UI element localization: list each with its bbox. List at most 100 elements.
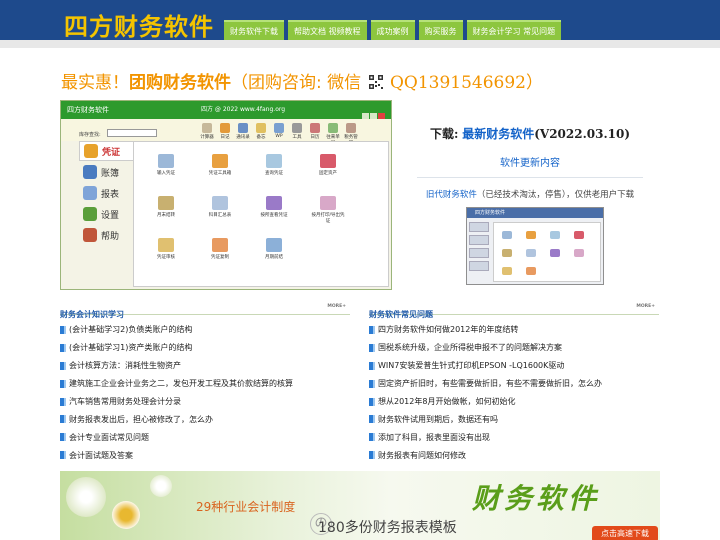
faq-list: 四方财务软件如何做2012年的年度结转 国税系统升级，企业所得税申报不了的问题解…	[369, 321, 659, 464]
download-line: 下载: 最新财务软件(V2022.03.10)	[400, 125, 660, 142]
window-controls	[361, 105, 387, 120]
app-toolbar: 库存查找: 计算器 日记 通讯录 备忘 WP 工具 日历 往来单据 税务管理	[61, 119, 391, 146]
faq-link[interactable]: 固定资产折旧时，有些需要做折旧，有些不需要做折旧，怎么办	[378, 378, 602, 389]
diary-icon: 日记	[217, 123, 233, 140]
promo-prefix: 最实惠！	[61, 73, 129, 93]
tools-icon: 工具	[289, 123, 305, 140]
faq-link[interactable]: 四方财务软件如何做2012年的年度结转	[378, 324, 518, 335]
wp-icon: WP	[271, 123, 287, 139]
bullet-icon	[60, 433, 66, 442]
article-link[interactable]: 汽车销售常用财务处理会计分录	[69, 396, 181, 407]
sidebar-item-help: 帮助	[79, 225, 133, 245]
old-software-screenshot[interactable]: 四方财务软件	[466, 207, 604, 285]
list-item: 财务报表发出后，担心被修改了，怎么办	[60, 410, 350, 428]
bullet-icon	[60, 379, 66, 388]
old-software-note: （已经技术淘汰，停售），仅供老用户下载	[476, 190, 635, 200]
old-version-line: 旧代财务软件（已经技术淘汰，停售），仅供老用户下载	[400, 188, 660, 200]
promo-consult: （团购咨询: 微信	[231, 73, 362, 93]
faq-link[interactable]: 添加了科目，报表里面没有出现	[378, 432, 490, 443]
faq-link[interactable]: 财务软件试用到期后，数据还有吗	[378, 414, 498, 425]
site-logo[interactable]: 四方财务软件	[64, 7, 214, 42]
app-screenshot[interactable]: 四方财务软件 四方 @ 2022 www.4fang.org 库存查找: 计算器…	[60, 100, 392, 290]
article-link[interactable]: (会计基础学习1)资产类账户的结构	[69, 342, 192, 353]
bullet-icon	[60, 343, 66, 352]
banner-download-button[interactable]: 点击高速下载	[592, 526, 658, 540]
calendar-icon: 日历	[307, 123, 323, 140]
nav-learning[interactable]: 财务会计学习 常见问题	[466, 20, 562, 40]
download-label: 下载:	[429, 127, 459, 141]
faq-more-link[interactable]: MORE+	[636, 304, 655, 309]
learning-header: 财务会计知识学习 MORE+	[60, 302, 350, 319]
nav-cases[interactable]: 成功案例	[370, 20, 415, 40]
download-panel: 下载: 最新财务软件(V2022.03.10) 软件更新内容 旧代财务软件（已经…	[400, 125, 660, 200]
old-app-panel	[493, 222, 601, 282]
promo-banner[interactable]: 29种行业会计制度 の 180多份财务报表模板 财务软件 点击高速下载	[60, 471, 660, 540]
list-item: 财务报表有问题如何修改	[369, 446, 659, 464]
nav-buy[interactable]: 购买服务	[418, 20, 463, 40]
list-item: 国税系统升级，企业所得税申报不了的问题解决方案	[369, 339, 659, 357]
app-version: 四方 @ 2022 www.4fang.org	[201, 106, 286, 113]
top-bar: 四方财务软件 财务软件下载 帮助文档 视频教程 成功案例 购买服务 财务会计学习…	[0, 0, 720, 42]
bullet-icon	[369, 343, 375, 352]
faq-link[interactable]: 财务报表有问题如何修改	[378, 450, 466, 461]
sidebar-item-report: 报表	[79, 183, 133, 203]
voucher-copy-icon: 凭证复制	[202, 238, 238, 260]
learning-more-link[interactable]: MORE+	[327, 304, 346, 309]
header-divider	[0, 40, 720, 48]
view-voucher-icon: 按所查看凭证	[256, 196, 292, 218]
list-item: (会计基础学习1)资产类账户的结构	[60, 339, 350, 357]
faq-link[interactable]: 想从2012年8月开始做帐，如何初始化	[378, 396, 515, 407]
old-software-link[interactable]: 旧代财务软件	[426, 190, 477, 200]
sidebar-item-voucher: 凭证	[79, 141, 133, 161]
learning-title[interactable]: 财务会计知识学习	[60, 310, 124, 319]
sidebar-item-settings: 设置	[79, 204, 133, 224]
faq-link[interactable]: 国税系统升级，企业所得税申报不了的问题解决方案	[378, 342, 562, 353]
bullet-icon	[60, 325, 66, 334]
list-item: 固定资产折旧时，有些需要做折旧，有些不需要做折旧，怎么办	[369, 375, 659, 393]
download-divider	[417, 177, 643, 178]
faq-title[interactable]: 财务软件常见问题	[369, 310, 433, 319]
update-notes-link[interactable]: 软件更新内容	[400, 154, 660, 169]
list-item: 建筑施工企业会计业务之二，发包开发工程及其价款结算的核算	[60, 375, 350, 393]
old-app-sidebar	[469, 222, 489, 274]
contacts-icon: 通讯录	[235, 123, 251, 140]
list-item: (会计基础学习2)负债类账户的结构	[60, 321, 350, 339]
query-voucher-icon: 查询凭证	[256, 154, 292, 176]
bullet-icon	[369, 451, 375, 460]
faq-header: 财务软件常见问题 MORE+	[369, 302, 659, 319]
fixed-assets-icon: 固定资产	[310, 154, 346, 176]
bullet-icon	[60, 361, 66, 370]
input-voucher-icon: 输入凭证	[148, 154, 184, 176]
app-titlebar: 四方财务软件 四方 @ 2022 www.4fang.org	[61, 101, 391, 120]
banner-line1: 29种行业会计制度	[196, 500, 296, 514]
article-link[interactable]: 建筑施工企业会计业务之二，发包开发工程及其价款结算的核算	[69, 378, 293, 389]
banner-line2: 180多份财务报表模板	[318, 520, 457, 536]
bullet-icon	[369, 379, 375, 388]
promo-qq: QQ1391546692）	[389, 73, 543, 93]
bullet-icon	[60, 451, 66, 460]
app-sidebar: 凭证 账簿 报表 设置 帮助	[79, 141, 133, 246]
nav-download[interactable]: 财务软件下载	[224, 20, 284, 40]
article-link[interactable]: 会计核算方法：消耗性生物资产	[69, 360, 181, 371]
promo-product-link[interactable]: 团购财务软件	[129, 73, 231, 93]
main-nav: 财务软件下载 帮助文档 视频教程 成功案例 购买服务 财务会计学习 常见问题	[224, 20, 562, 40]
flower-decoration	[66, 477, 106, 517]
app-main-panel: 输入凭证 凭证工具箱 查询凭证 固定资产 月末结转 科目汇总表 按所查看凭证 按…	[133, 141, 389, 287]
memo-icon: 备忘	[253, 123, 269, 140]
article-link[interactable]: 财务报表发出后，担心被修改了，怎么办	[69, 414, 213, 425]
app-title: 四方财务软件	[67, 106, 109, 114]
list-item: 财务软件试用到期后，数据还有吗	[369, 410, 659, 428]
list-item: 会计面试题及答案	[60, 446, 350, 464]
find-input	[107, 129, 157, 137]
article-link[interactable]: 会计专业面试常见问题	[69, 432, 149, 443]
latest-software-link[interactable]: 最新财务软件	[462, 127, 534, 141]
print-export-icon: 按月打印/导出凭证	[310, 196, 346, 224]
article-link[interactable]: (会计基础学习2)负债类账户的结构	[69, 324, 192, 335]
faq-section: 财务软件常见问题 MORE+ 四方财务软件如何做2012年的年度结转 国税系统升…	[369, 302, 659, 464]
nav-help[interactable]: 帮助文档 视频教程	[288, 20, 367, 40]
list-item: 添加了科目，报表里面没有出现	[369, 428, 659, 446]
faq-link[interactable]: WIN7安装爱普生针式打印机EPSON -LQ1600K驱动	[378, 360, 564, 371]
list-item: 想从2012年8月开始做帐，如何初始化	[369, 393, 659, 411]
article-link[interactable]: 会计面试题及答案	[69, 450, 133, 461]
download-version: (V2022.03.10)	[534, 127, 631, 141]
